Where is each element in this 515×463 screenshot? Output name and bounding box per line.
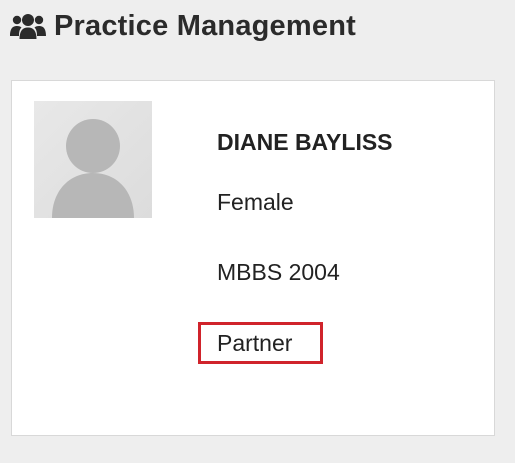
user-placeholder-icon bbox=[52, 119, 134, 218]
member-role-label: Partner bbox=[217, 329, 293, 356]
users-icon bbox=[10, 12, 46, 40]
member-qualification: MBBS 2004 bbox=[217, 259, 340, 285]
page-title: Practice Management bbox=[54, 9, 356, 42]
member-gender: Female bbox=[217, 189, 294, 215]
member-role[interactable]: Partner bbox=[198, 322, 323, 364]
practice-management-page: Practice Management DIANE BAYLISS Female… bbox=[0, 0, 515, 463]
member-name: DIANE BAYLISS bbox=[217, 129, 393, 155]
avatar bbox=[34, 101, 152, 218]
page-header: Practice Management bbox=[10, 8, 356, 44]
member-card[interactable]: DIANE BAYLISS Female MBBS 2004 Partner bbox=[11, 80, 495, 436]
